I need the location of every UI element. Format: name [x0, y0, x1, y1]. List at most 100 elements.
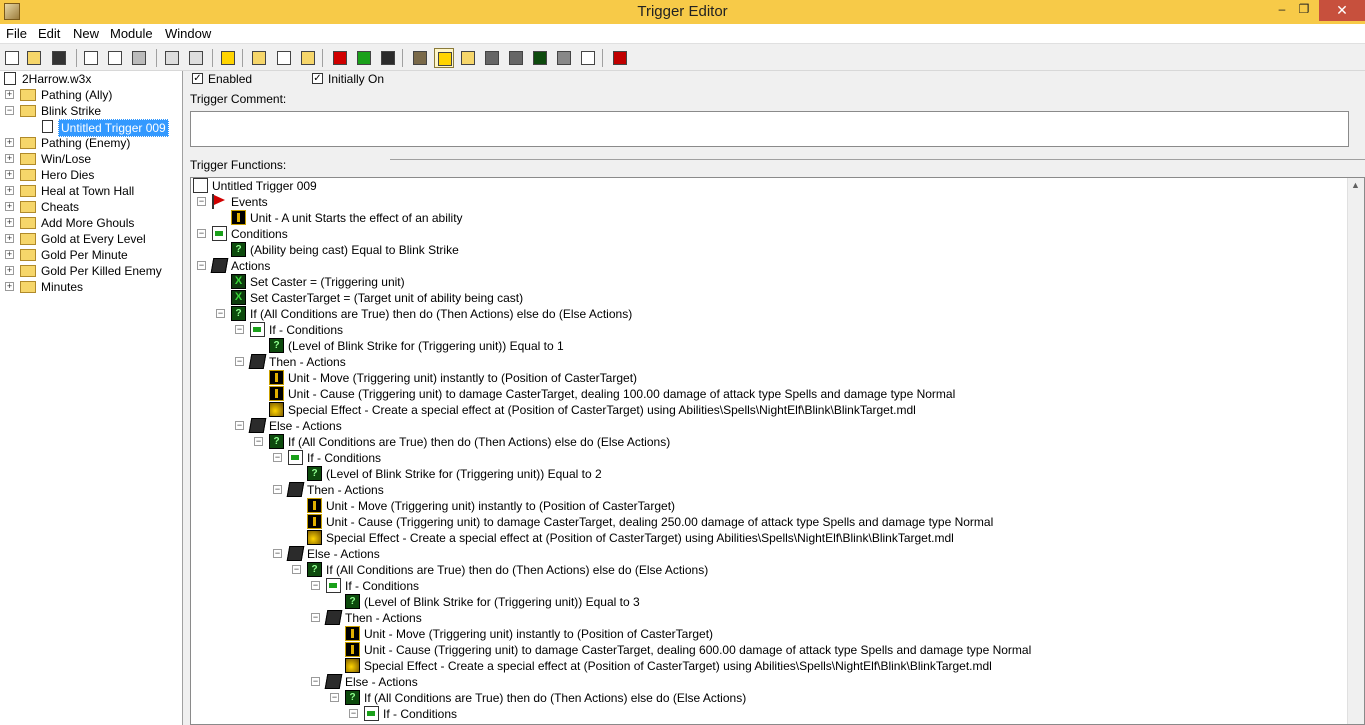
collapse-icon[interactable]: −	[311, 613, 320, 622]
function-line[interactable]: Unit - A unit Starts the effect of an ab…	[191, 210, 1346, 226]
function-line[interactable]: Unit - Cause (Triggering unit) to damage…	[191, 386, 1346, 402]
import-manager-button[interactable]	[578, 48, 598, 68]
new-category-button[interactable]	[249, 48, 269, 68]
menu-module[interactable]: Module	[110, 26, 153, 41]
function-line[interactable]: − Actions	[191, 258, 1346, 274]
close-button[interactable]: ✕	[1319, 0, 1365, 21]
expand-icon[interactable]: +	[5, 186, 14, 195]
expand-icon[interactable]: +	[5, 138, 14, 147]
collapse-icon[interactable]: −	[311, 677, 320, 686]
ai-editor-button[interactable]	[530, 48, 550, 68]
object-editor-button[interactable]	[482, 48, 502, 68]
function-line[interactable]: ? (Level of Blink Strike for (Triggering …	[191, 466, 1346, 482]
collapse-icon[interactable]: −	[197, 197, 206, 206]
function-line[interactable]: Unit - Move (Triggering unit) instantly …	[191, 498, 1346, 514]
trigger-editor-button[interactable]	[434, 48, 454, 68]
collapse-icon[interactable]: −	[235, 357, 244, 366]
collapse-icon[interactable]: −	[5, 106, 14, 115]
function-line[interactable]: − Else - Actions	[191, 546, 1346, 562]
campaign-editor-button[interactable]	[506, 48, 526, 68]
tree-category[interactable]: + Gold at Every Level	[2, 231, 182, 247]
expand-icon[interactable]: +	[5, 202, 14, 211]
expand-icon[interactable]: +	[5, 266, 14, 275]
function-line[interactable]: − Else - Actions	[191, 418, 1346, 434]
function-line[interactable]: − Else - Actions	[191, 674, 1346, 690]
function-line[interactable]: ? (Ability being cast) Equal to Blink Str…	[191, 242, 1346, 258]
function-line[interactable]: − Then - Actions	[191, 482, 1346, 498]
function-line[interactable]: X Set Caster = (Triggering unit)	[191, 274, 1346, 290]
collapse-icon[interactable]: −	[349, 709, 358, 718]
collapse-icon[interactable]: −	[254, 437, 263, 446]
function-line[interactable]: − If - Conditions	[191, 578, 1346, 594]
function-line[interactable]: − Then - Actions	[191, 354, 1346, 370]
function-line[interactable]: Unit - Move (Triggering unit) instantly …	[191, 370, 1346, 386]
tree-category[interactable]: − Blink Strike	[2, 103, 182, 119]
collapse-icon[interactable]: −	[235, 325, 244, 334]
tree-category[interactable]: + Hero Dies	[2, 167, 182, 183]
menu-file[interactable]: File	[6, 26, 27, 41]
vertical-scrollbar[interactable]: ▲	[1347, 178, 1364, 724]
new-comment-button[interactable]	[298, 48, 318, 68]
function-line[interactable]: Unit - Cause (Triggering unit) to damage…	[191, 642, 1346, 658]
cut-button[interactable]	[81, 48, 101, 68]
tree-category[interactable]: + Add More Ghouls	[2, 215, 182, 231]
function-line[interactable]: Special Effect - Create a special effect…	[191, 658, 1346, 674]
paste-button[interactable]	[129, 48, 149, 68]
function-line[interactable]: Special Effect - Create a special effect…	[191, 530, 1346, 546]
menu-window[interactable]: Window	[165, 26, 211, 41]
function-line[interactable]: − If - Conditions	[191, 322, 1346, 338]
function-line[interactable]: −? If (All Conditions are True) then do (…	[191, 434, 1346, 450]
expand-icon[interactable]: +	[5, 218, 14, 227]
tree-category[interactable]: + Minutes	[2, 279, 182, 295]
open-button[interactable]	[24, 48, 44, 68]
collapse-icon[interactable]: −	[330, 693, 339, 702]
collapse-icon[interactable]: −	[273, 485, 282, 494]
comment-textarea[interactable]	[190, 111, 1349, 147]
menu-new[interactable]: New	[73, 26, 99, 41]
function-line[interactable]: Special Effect - Create a special effect…	[191, 402, 1346, 418]
tree-category[interactable]: + Pathing (Enemy)	[2, 135, 182, 151]
new-trigger-button[interactable]	[274, 48, 294, 68]
function-line[interactable]: X Set CasterTarget = (Target unit of abil…	[191, 290, 1346, 306]
scroll-up-icon[interactable]: ▲	[1351, 180, 1360, 190]
function-line[interactable]: −? If (All Conditions are True) then do (…	[191, 306, 1346, 322]
function-line[interactable]: −? If (All Conditions are True) then do (…	[191, 690, 1346, 706]
redo-button[interactable]	[186, 48, 206, 68]
tree-category[interactable]: + Gold Per Minute	[2, 247, 182, 263]
collapse-icon[interactable]: −	[292, 565, 301, 574]
collapse-icon[interactable]: −	[197, 261, 206, 270]
function-line[interactable]: Unit - Move (Triggering unit) instantly …	[191, 626, 1346, 642]
sound-editor-button[interactable]	[458, 48, 478, 68]
expand-icon[interactable]: +	[5, 90, 14, 99]
tree-category[interactable]: + Pathing (Ally)	[2, 87, 182, 103]
new-event-button[interactable]	[330, 48, 350, 68]
function-line[interactable]: Untitled Trigger 009	[191, 178, 1346, 194]
collapse-icon[interactable]: −	[197, 229, 206, 238]
collapse-icon[interactable]: −	[311, 581, 320, 590]
test-map-button[interactable]	[610, 48, 630, 68]
function-line[interactable]: − Conditions	[191, 226, 1346, 242]
function-line[interactable]: −? If (All Conditions are True) then do (…	[191, 562, 1346, 578]
expand-icon[interactable]: +	[5, 282, 14, 291]
copy-button[interactable]	[105, 48, 125, 68]
tree-category[interactable]: + Win/Lose	[2, 151, 182, 167]
undo-button[interactable]	[162, 48, 182, 68]
enabled-checkbox[interactable]: ✓	[192, 73, 203, 84]
trigger-functions-tree[interactable]: Untitled Trigger 009− Events Unit - A unit…	[190, 177, 1365, 725]
delete-button[interactable]	[218, 48, 238, 68]
expand-icon[interactable]: +	[5, 154, 14, 163]
save-button[interactable]	[49, 48, 69, 68]
collapse-icon[interactable]: −	[273, 549, 282, 558]
new-action-button[interactable]	[378, 48, 398, 68]
tree-category[interactable]: + Heal at Town Hall	[2, 183, 182, 199]
tree-category[interactable]: + Gold Per Killed Enemy	[2, 263, 182, 279]
new-button[interactable]	[2, 48, 22, 68]
menu-edit[interactable]: Edit	[38, 26, 60, 41]
function-line[interactable]: ? (Level of Blink Strike for (Triggering …	[191, 594, 1346, 610]
terrain-editor-button[interactable]	[410, 48, 430, 68]
function-line[interactable]: − Events	[191, 194, 1346, 210]
object-manager-button[interactable]	[554, 48, 574, 68]
function-line[interactable]: Unit - Cause (Triggering unit) to damage…	[191, 514, 1346, 530]
minimize-button[interactable]: –	[1272, 2, 1292, 16]
collapse-icon[interactable]: −	[235, 421, 244, 430]
